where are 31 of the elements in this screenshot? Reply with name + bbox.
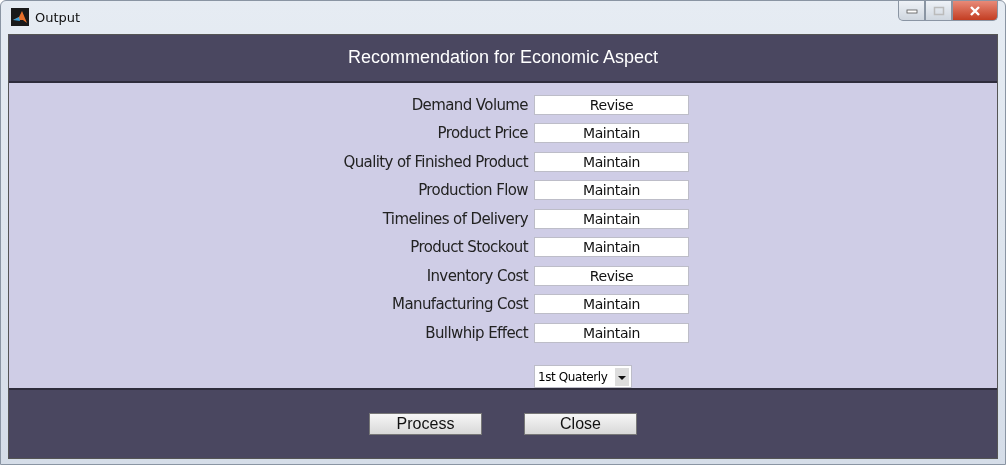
field-label: Production Flow <box>417 180 528 200</box>
action-button[interactable]: Close <box>524 413 637 435</box>
output-field: Maintain <box>534 322 689 343</box>
field-label: Demand Volume <box>410 94 528 115</box>
output-field: Maintain <box>534 294 689 314</box>
period-dropdown[interactable]: 1st Quaterly <box>534 365 632 388</box>
close-button[interactable] <box>952 1 998 21</box>
close-icon <box>969 5 981 16</box>
output-field: Maintain <box>534 123 689 143</box>
header-title: Recommendation for Economic Aspect <box>347 47 659 68</box>
field-label: Quality of Finished Product <box>342 151 528 172</box>
field-label: Manufacturing Cost <box>391 294 528 314</box>
minimize-icon <box>905 7 918 14</box>
output-field: Maintain <box>534 151 689 172</box>
field-label: Bullwhip Effect <box>424 322 528 343</box>
field-label: Product Price <box>436 123 528 143</box>
output-field: Revise <box>534 94 689 115</box>
field-label: Timelines of Delivery <box>381 208 528 229</box>
output-field: Maintain <box>534 237 689 257</box>
field-label: Product Stockout <box>409 237 528 257</box>
field-label: Inventory Cost <box>425 265 528 286</box>
minimize-button[interactable] <box>898 1 925 21</box>
maximize-icon <box>932 5 945 16</box>
app-icon <box>11 8 29 27</box>
output-field: Maintain <box>534 180 689 200</box>
caret-icon <box>615 367 629 386</box>
maximize-button[interactable] <box>925 1 952 21</box>
output-field: Maintain <box>534 208 689 229</box>
window-title: Output <box>35 9 81 25</box>
action-button[interactable]: Process <box>369 413 482 435</box>
output-field: Revise <box>534 265 689 286</box>
